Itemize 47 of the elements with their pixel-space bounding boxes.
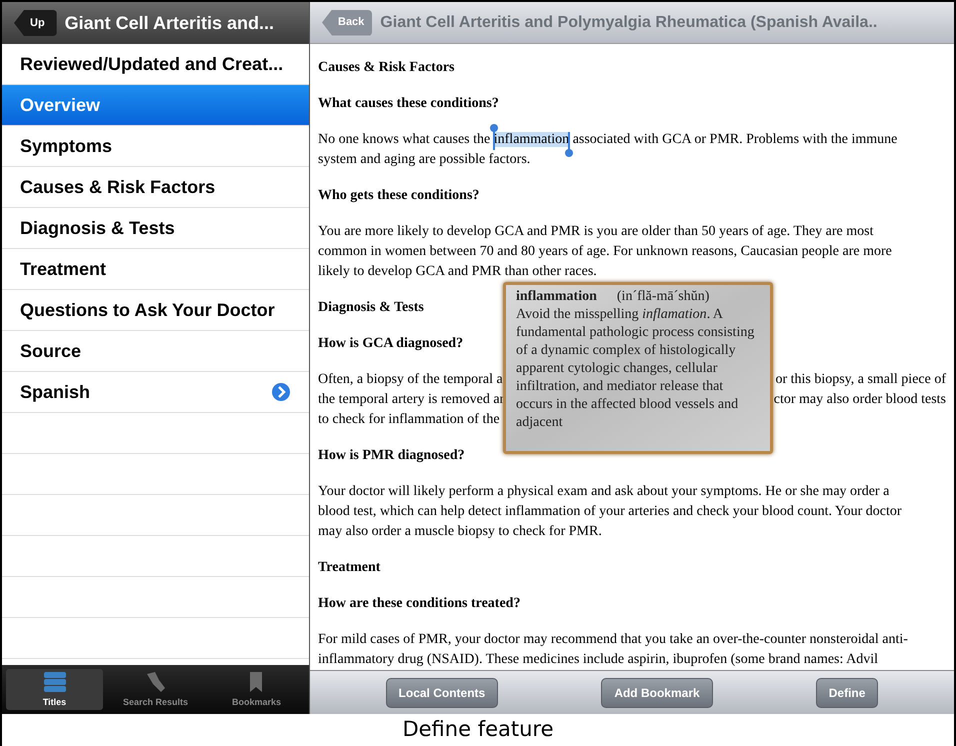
section-heading: How is GCA diagnosed?: [318, 336, 464, 351]
sidebar-item-label: Reviewed/Updated and Creat...: [20, 52, 284, 76]
section-heading: Who gets these conditions?: [318, 188, 480, 203]
tab-bar-item[interactable]: Titles: [6, 669, 103, 710]
section-heading: Causes & Risk Factors: [318, 60, 454, 75]
left-header-title: Giant Cell Arteritis and...: [64, 12, 274, 34]
caption: Define feature: [402, 716, 554, 744]
sidebar-item-label: Causes & Risk Factors: [20, 176, 216, 198]
definition-term: inflammation: [516, 288, 597, 306]
section-heading: How is PMR diagnosed?: [318, 448, 465, 463]
sidebar-item[interactable]: Causes & Risk Factors: [2, 167, 309, 208]
tab-bar-item[interactable]: Search Results: [107, 669, 204, 710]
toolbar-button[interactable]: Local Contents: [386, 678, 498, 708]
pronunciation: (in´flă-mā´shŭn): [616, 288, 710, 306]
definition-text: Avoid the misspelling inflamation. A fundamental pathologic process consisting of a dynamic complex of histologically apparent cytologic changes, cellular infiltration, and mediator release that occurs in the affected blood vessels and adjacent: [516, 306, 756, 432]
sidebar-item-label: Symptoms: [20, 134, 112, 158]
sidebar-item-label: Source: [20, 340, 82, 362]
section-heading: What causes these conditions?: [318, 96, 499, 111]
paragraph-fragment: or this biopsy, a small piece of: [775, 371, 946, 389]
sidebar-item-label: Questions to Ask Your Doctor: [20, 298, 275, 322]
sidebar-item[interactable]: Overview: [2, 85, 309, 126]
sidebar-item[interactable]: Spanish: [2, 372, 309, 413]
sidebar-item[interactable]: Symptoms: [2, 126, 309, 167]
right-header-title: Giant Cell Arteritis and Polymyalgia Rheumatica (Spanish Availa..: [380, 12, 878, 32]
paragraph-fragment: Often, a biopsy of the temporal a: [318, 371, 503, 389]
sidebar-item-label: Diagnosis & Tests: [20, 216, 175, 240]
sidebar-item[interactable]: Source: [2, 331, 309, 372]
sidebar-item[interactable]: Treatment: [2, 249, 309, 290]
paragraph-fragment: ctor may also order blood tests: [774, 391, 946, 409]
book-stack-icon: [42, 670, 68, 694]
paragraph: Your doctor will likely perform a physical exam and ask about your symptoms. He or she may order a blood test, which can help detect inflammation of your arteries and check your blood count. Your doctor may also order a muscle biopsy to check for PMR.: [318, 483, 903, 541]
paragraph: You are more likely to develop GCA and PMR is you are older than 50 years of age. They are most common in women between 70 and 80 years of age. For unknown reasons, Caucasian people are more likely to develop GCA and PMR than other races.: [318, 223, 893, 281]
section-heading: Treatment: [318, 560, 380, 575]
toolbar-button[interactable]: Add Bookmark: [601, 678, 713, 708]
paragraph: No one knows what causes the inflammation associated with GCA or PMR. Problems with the immune system and aging are possible factors.: [318, 130, 922, 170]
sidebar-item[interactable]: Diagnosis & Tests: [2, 208, 309, 249]
sidebar-item-label: Overview: [20, 94, 100, 116]
sidebar-item-label: Spanish: [20, 380, 90, 404]
toolbar-button[interactable]: Define: [816, 678, 878, 708]
sidebar-item-label: Treatment: [20, 258, 106, 280]
tab-bar-item[interactable]: Bookmarks: [208, 669, 305, 710]
section-heading: Diagnosis & Tests: [318, 300, 424, 315]
paragraph: For mild cases of PMR, your doctor may recommend that you take an over-the-counter nonsteroidal anti-inflammatory drug (NSAID). These medicines include aspirin, ibuprofen (some brand names: Advil: [318, 631, 909, 669]
paragraph-fragment: to check for inflammation of the: [318, 411, 500, 429]
section-heading: How are these conditions treated?: [318, 596, 520, 611]
up-button[interactable]: Up: [14, 10, 57, 36]
sidebar-item[interactable]: Questions to Ask Your Doctor: [2, 290, 309, 331]
